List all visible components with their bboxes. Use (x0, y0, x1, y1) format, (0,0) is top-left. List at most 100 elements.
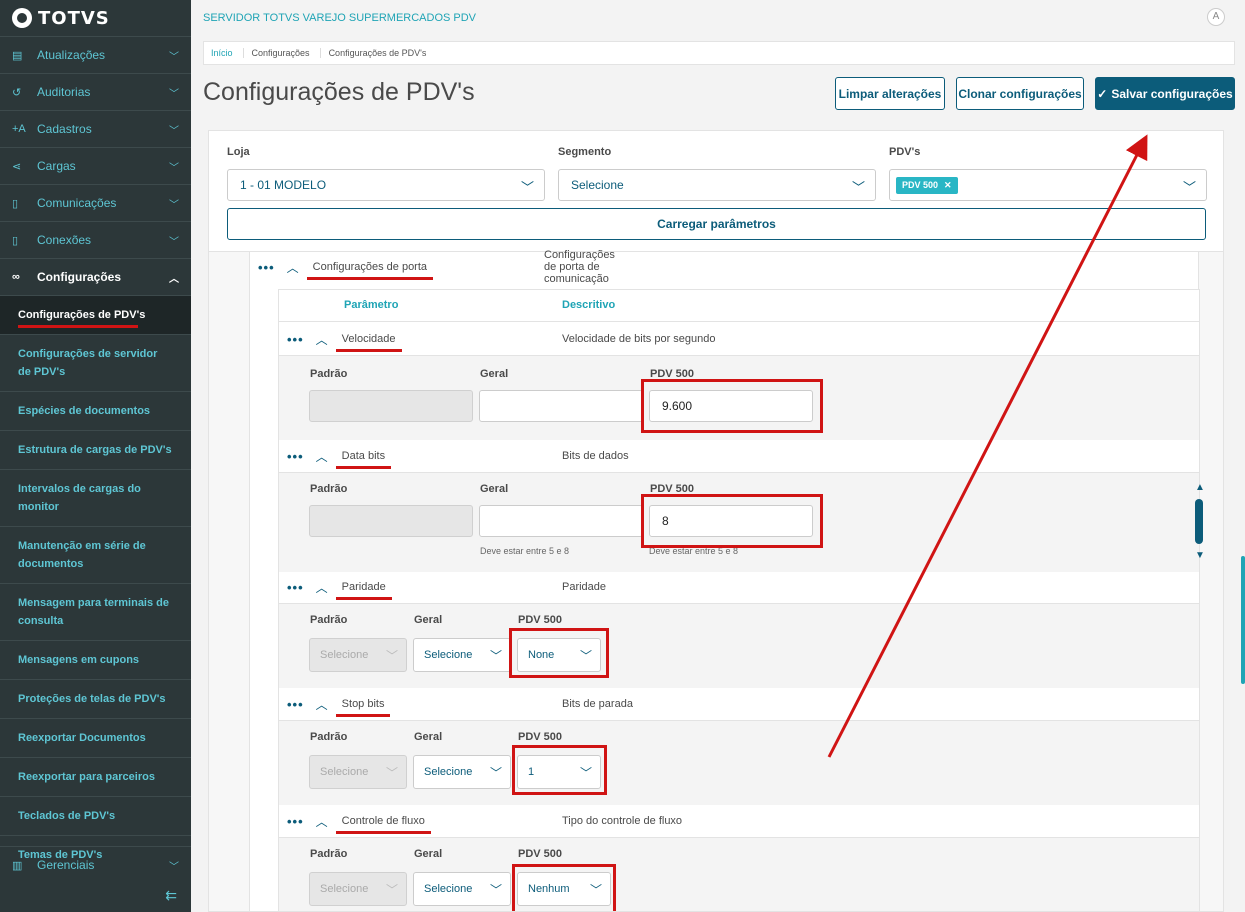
arrow-down-icon[interactable]: ▼ (1195, 550, 1205, 561)
more-icon[interactable]: ••• (287, 814, 304, 829)
config-card: Loja 1 - 01 MODELO ﹀ Segmento Selecione ﹀ … (208, 130, 1224, 912)
more-icon[interactable]: ••• (287, 697, 304, 712)
param-desc: Velocidade de bits por segundo (562, 333, 716, 345)
breadcrumb-item[interactable]: Configurações (252, 48, 321, 58)
padrao-select: Selecione ﹀ (309, 872, 407, 906)
annotation-box (509, 628, 609, 678)
submenu-item[interactable]: Mensagens em cupons (0, 640, 191, 679)
chevron-down-icon: ﹀ (520, 180, 534, 195)
clone-config-button[interactable]: Clonar configurações (956, 77, 1084, 110)
vertical-scrollbar[interactable]: ▲ ▼ (1195, 482, 1205, 561)
pdv-label: PDV 500 (518, 731, 563, 743)
chevron-up-icon[interactable]: ︿ (287, 259, 299, 276)
user-icon[interactable]: A (1207, 8, 1225, 26)
col-desc: Descritivo (562, 299, 616, 311)
menu-item-atualizacoes[interactable]: ▤ Atualizações ﹀ (0, 36, 191, 73)
page-scrollbar[interactable] (1241, 556, 1245, 684)
submenu-item[interactable]: Reexportar Documentos (0, 718, 191, 757)
pdv-label: PDV 500 (518, 848, 563, 860)
arrow-up-icon[interactable]: ▲ (1195, 482, 1205, 493)
save-config-button[interactable]: ✓ Salvar configurações (1095, 77, 1235, 110)
submenu-item[interactable]: Intervalos de cargas do monitor (0, 469, 191, 526)
check-icon: ✓ (1097, 86, 1108, 101)
top-bar: SERVIDOR TOTVS VAREJO SUPERMERCADOS PDV … (191, 0, 1245, 36)
geral-input[interactable] (479, 505, 643, 537)
clear-changes-button[interactable]: Limpar alterações (835, 77, 945, 110)
submenu-item[interactable]: Espécies de documentos (0, 391, 191, 430)
chevron-down-icon: ﹀ (851, 180, 865, 195)
pdv-tag[interactable]: PDV 500 ✕ (896, 176, 958, 194)
segmento-label: Segmento (558, 146, 612, 158)
param-header[interactable]: ••• ︿ Stop bits Bits de parada (279, 688, 1199, 721)
menu-item-cadastros[interactable]: +A Cadastros ﹀ (0, 110, 191, 147)
geral-hint: Deve estar entre 5 e 8 (480, 546, 570, 556)
breadcrumb: Início Configurações Configurações de PD… (203, 41, 1235, 65)
more-icon[interactable]: ••• (287, 332, 304, 347)
load-params-button[interactable]: Carregar parâmetros (227, 208, 1206, 240)
chevron-down-icon: ﹀ (169, 199, 179, 211)
geral-select[interactable]: Selecione ﹀ (413, 755, 511, 789)
params-table: Parâmetro Descritivo ••• ︿ Velocidade Ve… (278, 289, 1200, 911)
logo[interactable]: TOTVS (0, 0, 191, 36)
group-header[interactable]: ••• ︿ Configurações de porta Configuraçõ… (258, 249, 615, 285)
scroll-thumb[interactable] (1195, 499, 1203, 544)
chevron-up-icon[interactable]: ︿ (316, 579, 328, 596)
submenu-item[interactable]: Configurações de PDV's (0, 295, 191, 334)
submenu-item[interactable]: Teclados de PDV's (0, 796, 191, 835)
chevron-up-icon[interactable]: ︿ (316, 696, 328, 713)
submenu-item[interactable]: Mensagem para terminais de consulta (0, 583, 191, 640)
padrao-label: Padrão (310, 483, 348, 495)
padrao-select: Selecione ﹀ (309, 638, 407, 672)
param-header[interactable]: ••• ︿ Velocidade Velocidade de bits por … (279, 323, 1199, 356)
chevron-up-icon[interactable]: ︿ (316, 813, 328, 830)
submenu-item[interactable]: Manutenção em série de documentos (0, 526, 191, 583)
filters: Loja 1 - 01 MODELO ﹀ Segmento Selecione ﹀ … (209, 131, 1223, 251)
param-desc: Bits de dados (562, 450, 629, 462)
segmento-select[interactable]: Selecione ﹀ (558, 169, 876, 201)
close-icon[interactable]: ✕ (944, 180, 952, 190)
param-name: Paridade (335, 581, 392, 600)
geral-input[interactable] (479, 390, 643, 422)
padrao-select: Selecione ﹀ (309, 755, 407, 789)
more-icon[interactable]: ••• (287, 449, 304, 464)
submenu-item[interactable]: Configurações de servidor de PDV's (0, 334, 191, 391)
chevron-down-icon: ﹀ (169, 861, 179, 873)
chevron-down-icon: ﹀ (169, 236, 179, 248)
collapse-menu-icon[interactable]: ⇇ (165, 887, 177, 904)
padrao-label: Padrão (310, 614, 348, 626)
submenu-item[interactable]: Proteções de telas de PDV's (0, 679, 191, 718)
geral-select[interactable]: Selecione ﹀ (413, 872, 511, 906)
menu-item-conexoes[interactable]: ▯ Conexões ﹀ (0, 221, 191, 258)
link-icon: ∞ (12, 271, 20, 283)
menu-item-cargas[interactable]: ⋖ Cargas ﹀ (0, 147, 191, 184)
more-icon[interactable]: ••• (287, 580, 304, 595)
param-desc: Tipo do controle de fluxo (562, 815, 683, 827)
geral-label: Geral (480, 483, 509, 495)
document-icon: ▯ (12, 234, 19, 247)
breadcrumb-home[interactable]: Início (211, 48, 244, 58)
annotation-box (641, 494, 823, 548)
geral-select[interactable]: Selecione ﹀ (413, 638, 511, 672)
geral-label: Geral (414, 848, 443, 860)
param-header[interactable]: ••• ︿ Paridade Paridade (279, 571, 1199, 604)
loja-select[interactable]: 1 - 01 MODELO ﹀ (227, 169, 545, 201)
pdvs-multiselect[interactable]: PDV 500 ✕ ﹀ (889, 169, 1207, 201)
submenu-item[interactable]: Estrutura de cargas de PDV's (0, 430, 191, 469)
document-icon: ▯ (12, 197, 19, 210)
logo-text: TOTVS (38, 7, 110, 29)
chevron-down-icon: ﹀ (489, 766, 502, 780)
menu-item-comunicacoes[interactable]: ▯ Comunicações ﹀ (0, 184, 191, 221)
submenu-item[interactable]: Reexportar para parceiros (0, 757, 191, 796)
chevron-up-icon[interactable]: ︿ (316, 448, 328, 465)
param-name: Data bits (335, 450, 392, 469)
page-title: Configurações de PDV's (203, 78, 475, 106)
menu-item-gerenciais[interactable]: ▥ Gerenciais ﹀ (0, 846, 191, 883)
menu-item-auditorias[interactable]: ↺ Auditorias ﹀ (0, 73, 191, 110)
menu-item-configuracoes[interactable]: ∞ Configurações ︿ (0, 258, 191, 295)
group-name: Configurações de porta (306, 261, 434, 280)
chevron-up-icon: ︿ (169, 273, 179, 285)
chevron-up-icon[interactable]: ︿ (316, 331, 328, 348)
param-header[interactable]: ••• ︿ Data bits Bits de dados (279, 440, 1199, 473)
more-icon[interactable]: ••• (258, 260, 275, 275)
param-header[interactable]: ••• ︿ Controle de fluxo Tipo do controle… (279, 805, 1199, 838)
